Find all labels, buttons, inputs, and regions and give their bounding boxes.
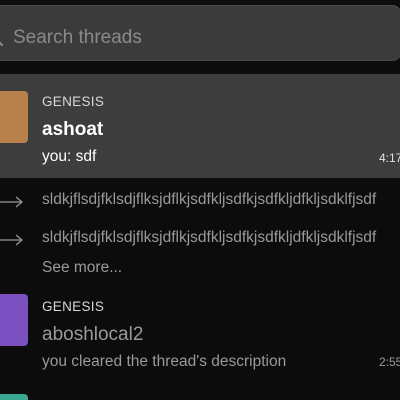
arrow-right-icon xyxy=(0,233,24,246)
subthread-title: sldkjflsdjfklsdjflksjdflkjsdfkljsdfkjsdf… xyxy=(42,191,377,208)
subthread-title: sldkjflsdjfklsdjflksjdflkjsdfkljsdfkjsdf… xyxy=(42,229,377,246)
thread-name: ashoat xyxy=(42,119,104,140)
thread-timestamp: 4:17 xyxy=(379,151,400,165)
subthread-row[interactable]: sldkjflsdjfklsdjflksjdflkjsdfkljsdfkjsdf… xyxy=(0,226,400,252)
thread-avatar xyxy=(0,91,28,143)
community-label: GENESIS xyxy=(42,299,105,314)
thread-row-aboshlocal2[interactable]: GENESIS aboshlocal2 you cleared the thre… xyxy=(0,282,400,386)
community-label: GENESIS xyxy=(42,94,105,109)
thread-list-screen: GENESIS ashoat you: sdf 4:17 sldkjflsdjf… xyxy=(0,0,400,400)
thread-name: aboshlocal2 xyxy=(42,324,144,345)
thread-timestamp: 2:55 xyxy=(379,355,400,369)
thread-row-ashoat[interactable]: GENESIS ashoat you: sdf 4:17 xyxy=(0,74,400,178)
search-input[interactable] xyxy=(13,20,373,56)
arrow-right-icon xyxy=(0,195,24,208)
search-icon xyxy=(0,29,7,47)
search-bar[interactable] xyxy=(0,5,400,61)
thread-avatar xyxy=(0,294,28,346)
next-thread-avatar[interactable] xyxy=(0,394,28,400)
last-message: you cleared the thread's description xyxy=(42,353,287,370)
see-more-link[interactable]: See more... xyxy=(42,259,122,277)
last-message: you: sdf xyxy=(42,148,97,165)
subthread-row[interactable]: sldkjflsdjfklsdjflksjdflkjsdfkljsdfkjsdf… xyxy=(0,188,400,214)
